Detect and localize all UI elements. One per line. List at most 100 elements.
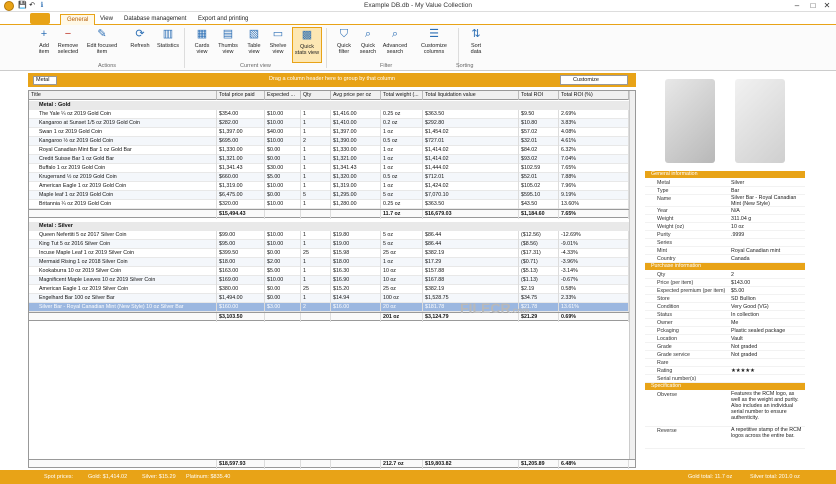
- table-row[interactable]: Magnificent Maple Leaves 10 oz 2019 Silv…: [29, 276, 629, 285]
- tab-general[interactable]: General: [60, 14, 96, 25]
- group-header-silver[interactable]: Metal : Silver: [29, 222, 629, 231]
- table-cell: $399.50: [217, 249, 265, 258]
- maximize-icon[interactable]: □: [806, 1, 820, 11]
- table-row[interactable]: King Tut 5 oz 2016 Silver Coin $95.00 $10.…: [29, 240, 629, 249]
- column-header[interactable]: Total ROI (%): [559, 91, 629, 100]
- table-row[interactable]: Kangaroo at Sunset 1/5 oz 2019 Gold Coin…: [29, 119, 629, 128]
- table-cell: $292.80: [423, 119, 519, 128]
- cards-view-button[interactable]: ▦ Cards view: [188, 27, 216, 63]
- table-row[interactable]: Kookaburra 10 oz 2019 Silver Coin $163.00…: [29, 267, 629, 276]
- silver-bar-back-image[interactable]: [735, 79, 785, 163]
- property-label: Price (per item): [657, 280, 694, 286]
- table-cell: $16.00: [331, 303, 381, 312]
- table-cell: 1 oz: [381, 182, 423, 191]
- column-header[interactable]: Expected ...: [265, 91, 301, 100]
- table-row[interactable]: American Eagle 1 oz 2019 Gold Coin $1,319…: [29, 182, 629, 191]
- column-header[interactable]: Title: [29, 91, 217, 100]
- tab-export-printing[interactable]: Export and printing: [192, 14, 254, 25]
- table-row[interactable]: Mermaid Rising 1 oz 2018 Silver Coin $18.…: [29, 258, 629, 267]
- silver-bar-front-image[interactable]: [665, 79, 715, 163]
- table-cell: $16,679.03: [423, 210, 519, 219]
- table-row[interactable]: Queen Nefertiti 5 oz 2017 Silver Coin $99…: [29, 231, 629, 240]
- column-header[interactable]: Avg price per oz: [331, 91, 381, 100]
- gold-total: Gold total: 11.7 oz: [688, 474, 733, 480]
- property-label: Grade service: [657, 352, 690, 358]
- table-cell: 0.5 oz: [381, 137, 423, 146]
- statistics-button[interactable]: ▥ Statistics: [154, 27, 182, 63]
- table-cell: $320.00: [217, 200, 265, 209]
- table-row[interactable]: American Eagle 1 oz 2019 Silver Coin $380…: [29, 285, 629, 294]
- group-header-gold[interactable]: Metal : Gold: [29, 101, 629, 110]
- table-cell: 1 oz: [381, 164, 423, 173]
- property-row: Reverse A repetitive stamp of the RCM log…: [645, 427, 805, 449]
- table-cell: $0.00: [265, 155, 301, 164]
- table-cell: $1,410.00: [331, 119, 381, 128]
- advanced-search-button[interactable]: ⌕ Advanced search: [380, 27, 410, 63]
- table-row[interactable]: Kangaroo ½ oz 2019 Gold Coin $695.00 $10.0…: [29, 137, 629, 146]
- section-general-information[interactable]: General information: [645, 171, 805, 178]
- title-bar: 💾 ↶ ℹ Example DB.db - My Value Collectio…: [0, 0, 836, 12]
- quick-search-button[interactable]: ⌕ Quick search: [354, 27, 382, 63]
- table-cell: $0.00: [265, 294, 301, 303]
- column-header[interactable]: Total liquidation value: [423, 91, 519, 100]
- minimize-icon[interactable]: –: [790, 1, 804, 11]
- property-row: Metal Silver: [645, 179, 805, 187]
- shelve-view-button[interactable]: ▭ Shelve view: [264, 27, 292, 63]
- customize-dropdown[interactable]: Customize: [560, 75, 628, 85]
- customize-columns-button[interactable]: ☰ Customize columns: [418, 27, 450, 63]
- property-label: Rare: [657, 360, 669, 366]
- table-row[interactable]: Krugerrand ½ oz 2019 Gold Coin $660.00 $5.…: [29, 173, 629, 182]
- table-row[interactable]: Silver Bar - Royal Canadian Mint (New St…: [29, 303, 629, 312]
- column-header[interactable]: Total weight (...: [381, 91, 423, 100]
- table-row[interactable]: Engelhard Bar 100 oz Silver Bar $1,494.00…: [29, 294, 629, 303]
- table-row[interactable]: Buffalo 1 oz 2019 Gold Coin $1,341.43 $30.…: [29, 164, 629, 173]
- table-row[interactable]: Maple leaf 1 oz 2019 Gold Coin $6,475.00 $…: [29, 191, 629, 200]
- property-label: Obverse: [657, 392, 678, 398]
- close-icon[interactable]: ✕: [820, 1, 834, 11]
- edit-focused-item-button[interactable]: ✎ Edit focused item: [86, 27, 118, 63]
- file-menu-button[interactable]: [30, 13, 50, 24]
- column-header[interactable]: Qty: [301, 91, 331, 100]
- refresh-button[interactable]: ⟳ Refresh: [126, 27, 154, 63]
- group-summary-silver[interactable]: $3,103.50 201 oz $3,124.79 $21.29 0.69%: [29, 312, 629, 322]
- section-purchase-information[interactable]: Purchase information: [645, 263, 805, 270]
- table-cell: ($0.71): [519, 258, 559, 267]
- table-cell: $17.29: [423, 258, 519, 267]
- group-summary-gold[interactable]: $15,494.43 11.7 oz $16,679.03 $1,184.60 7.65…: [29, 209, 629, 219]
- ribbon: + Add item − Remove selected ✎ Edit focused…: [0, 25, 836, 71]
- tab-database-management[interactable]: Database management: [118, 14, 192, 25]
- table-row[interactable]: Incuse Maple Leaf 1 oz 2019 Silver Coin $…: [29, 249, 629, 258]
- property-value: Silver Bar - Royal Canadian Mint (New St…: [731, 195, 797, 207]
- table-cell: -0.67%: [559, 276, 629, 285]
- table-cell: $19.80: [331, 231, 381, 240]
- table-cell: 1: [301, 173, 331, 182]
- table-cell: $10.00: [265, 240, 301, 249]
- table-row[interactable]: Britannia ¼ oz 2019 Gold Coin $320.00 $10.…: [29, 200, 629, 209]
- table-cell: $6,475.00: [217, 191, 265, 200]
- table-row[interactable]: Swan 1 oz 2019 Gold Coin $1,397.00 $40.00 1…: [29, 128, 629, 137]
- property-row: Price (per item) $143.00: [645, 279, 805, 287]
- quick-stats-view-button[interactable]: ▩ Quick stats view: [292, 27, 322, 63]
- remove-selected-button[interactable]: − Remove selected: [54, 27, 82, 63]
- sort-data-button[interactable]: ⇅ Sort data: [462, 27, 490, 63]
- table-row[interactable]: The Yale ¼ oz 2019 Gold Coin $354.00 $10.0…: [29, 110, 629, 119]
- table-cell: [331, 460, 381, 469]
- property-row: Mint Royal Canadian mint: [645, 247, 805, 255]
- column-header[interactable]: Total price paid: [217, 91, 265, 100]
- tab-view[interactable]: View: [94, 14, 119, 25]
- table-cell: $14.94: [331, 294, 381, 303]
- table-cell: Krugerrand ½ oz 2019 Gold Coin: [29, 173, 217, 182]
- column-header[interactable]: Total ROI: [519, 91, 559, 100]
- vertical-scrollbar[interactable]: [629, 91, 635, 467]
- property-row: Country Canada: [645, 255, 805, 263]
- table-cell: $10.00: [265, 231, 301, 240]
- section-specification[interactable]: Specification: [645, 383, 805, 390]
- property-label: Series: [657, 240, 673, 246]
- property-value: 10 oz: [731, 224, 744, 230]
- table-row[interactable]: Credit Suisse Bar 1 oz Gold Bar $1,321.00…: [29, 155, 629, 164]
- table-row[interactable]: Royal Canadian Mint Bar 1 oz Gold Bar $1,…: [29, 146, 629, 155]
- table-cell: $5.00: [265, 173, 301, 182]
- table-cell: 20 oz: [381, 303, 423, 312]
- thumbs-view-button[interactable]: ▤ Thumbs view: [214, 27, 242, 63]
- table-cell: $7,070.10: [423, 191, 519, 200]
